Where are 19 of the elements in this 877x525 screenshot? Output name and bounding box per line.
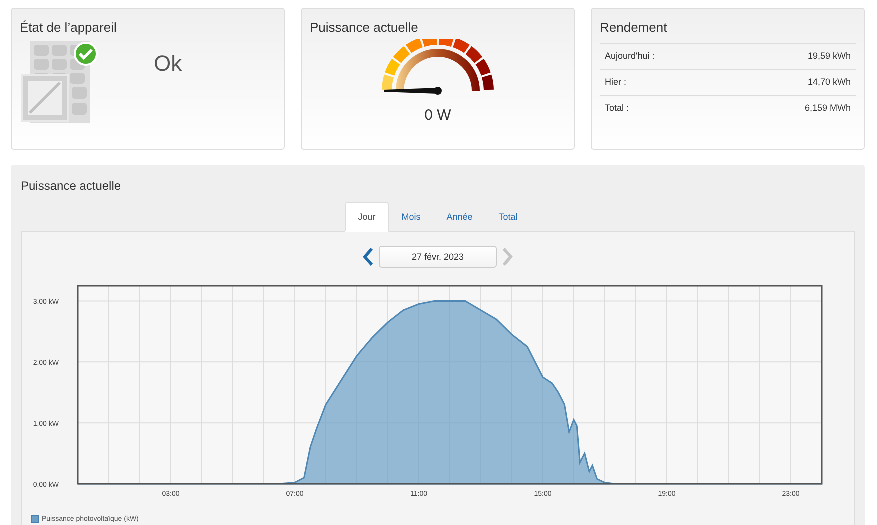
card-title: État de l’appareil bbox=[20, 20, 118, 35]
card-title: Puissance actuelle bbox=[310, 20, 420, 35]
period-tab[interactable]: Mois bbox=[388, 202, 434, 232]
power-reading: 0 W bbox=[424, 107, 452, 124]
date-field[interactable]: 27 févr. 2023 bbox=[379, 246, 497, 268]
period-tab[interactable]: Total bbox=[486, 202, 531, 232]
yield-value: 6,159 MWh bbox=[732, 96, 856, 121]
panel-title: Puissance actuelle bbox=[21, 179, 122, 193]
yield-label: Total : bbox=[600, 96, 732, 121]
yield-value: 19,59 kWh bbox=[732, 44, 856, 70]
period-tab[interactable]: Jour bbox=[345, 202, 389, 232]
previous-day-button[interactable] bbox=[361, 247, 375, 267]
period-tab[interactable]: Année bbox=[434, 202, 486, 232]
yield-value: 14,70 kWh bbox=[732, 70, 856, 96]
yield-label: Hier : bbox=[600, 70, 732, 96]
legend-swatch bbox=[31, 515, 39, 523]
card-title: Rendement bbox=[600, 20, 668, 35]
status-text: Ok bbox=[154, 51, 182, 77]
yield-label: Aujourd'hui : bbox=[600, 44, 732, 70]
